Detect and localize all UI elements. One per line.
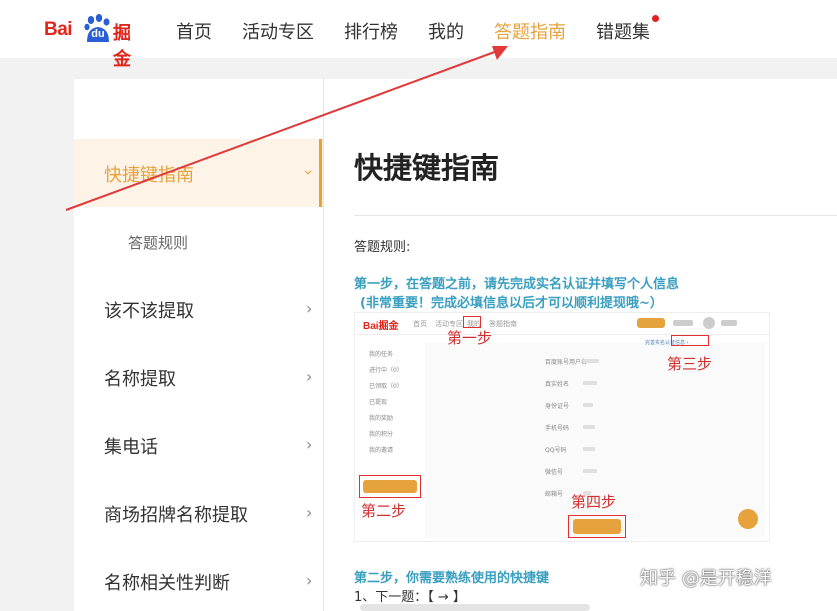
nav-wrong-questions[interactable]: 错题集 bbox=[596, 18, 650, 44]
mini-form-value bbox=[583, 359, 599, 363]
nav-answer-guide[interactable]: 答题指南 bbox=[494, 18, 566, 44]
mini-form-label: 百度账号用户名 bbox=[545, 359, 588, 366]
mini-form-label: 身份证号 bbox=[545, 403, 570, 410]
sidebar-item-mall-sign[interactable]: 商场招牌名称提取 › bbox=[74, 479, 324, 547]
step4-annotation: 第四步 bbox=[571, 493, 617, 511]
nav-leaderboard[interactable]: 排行榜 bbox=[344, 18, 398, 44]
mini-form-value bbox=[583, 469, 597, 473]
nav-mine[interactable]: 我的 bbox=[428, 18, 464, 44]
mini-side-item: 我的积分 bbox=[369, 431, 394, 438]
mini-logo: Bai掘金 bbox=[363, 321, 399, 332]
step2-annotation: 第二步 bbox=[361, 502, 407, 520]
mini-side-item: 已领取（0） bbox=[369, 383, 403, 390]
step3-annotation: 第三步 bbox=[667, 355, 713, 373]
chevron-right-icon: › bbox=[306, 367, 313, 386]
mini-avatar bbox=[703, 317, 715, 329]
sidebar: 快捷键指南 › 答题规则 该不该提取 › 名称提取 › 集电话 › 商场招牌名称… bbox=[74, 79, 324, 611]
mini-username bbox=[673, 320, 693, 326]
nav-home[interactable]: 首页 bbox=[176, 18, 212, 44]
sidebar-item-label: 名称相关性判断 bbox=[104, 573, 230, 594]
sidebar-item-name-extract[interactable]: 名称提取 › bbox=[74, 343, 324, 411]
active-indicator bbox=[319, 139, 322, 207]
sidebar-item-label: 名称提取 bbox=[104, 369, 176, 390]
mini-side-item: 进行中（0） bbox=[369, 367, 403, 374]
sidebar-item-name-relevance[interactable]: 名称相关性判断 › bbox=[74, 547, 324, 611]
step4-highlight-box bbox=[568, 515, 626, 538]
logo-juejin-text: 掘金 bbox=[113, 23, 131, 70]
step1-note: (非常重要！完成必填信息以后才可以顺利提现哦~） bbox=[360, 296, 663, 311]
mini-side-item: 我的任务 bbox=[369, 351, 394, 358]
mini-form-label: QQ号码 bbox=[545, 447, 567, 454]
nav-activities[interactable]: 活动专区 bbox=[242, 18, 314, 44]
page-title: 快捷键指南 bbox=[354, 151, 500, 185]
sidebar-item-shortcut-guide[interactable]: 快捷键指南 › bbox=[74, 139, 324, 207]
chevron-down-icon: › bbox=[299, 169, 319, 176]
mini-form-value bbox=[583, 425, 595, 429]
title-divider bbox=[354, 215, 837, 216]
chevron-right-icon: › bbox=[306, 503, 313, 522]
sidebar-item-label: 该不该提取 bbox=[104, 301, 194, 322]
chevron-right-icon: › bbox=[306, 571, 313, 590]
mini-form-label: 真实姓名 bbox=[545, 381, 570, 388]
mini-nav-item: 首页 bbox=[413, 320, 427, 328]
rules-label: 答题规则: bbox=[354, 240, 411, 255]
sidebar-item-collect-phone[interactable]: 集电话 › bbox=[74, 411, 324, 479]
sidebar-item-should-extract[interactable]: 该不该提取 › bbox=[74, 275, 324, 343]
baidu-juejin-logo[interactable]: Bai du 掘金 bbox=[44, 14, 146, 70]
mini-form-label: 手机号码 bbox=[545, 425, 570, 432]
chevron-right-icon: › bbox=[306, 299, 313, 318]
top-nav-bar: Bai du 掘金 首页 活动专区 排行榜 我的 答题指南 错题集 bbox=[0, 0, 837, 70]
mini-form-label: 邮箱号 bbox=[545, 491, 564, 498]
mini-form-value bbox=[583, 403, 593, 407]
mini-side-item: 我的奖励 bbox=[369, 415, 394, 422]
mini-user-meta bbox=[721, 320, 737, 326]
sidebar-item-label: 商场招牌名称提取 bbox=[104, 505, 248, 526]
mini-orange-button bbox=[637, 318, 665, 328]
notification-dot bbox=[652, 15, 659, 22]
mini-side-item: 已提现 bbox=[369, 399, 388, 406]
main-content: 快捷键指南 答题规则: 第一步，在答题之前，请先完成实名认证并填写个人信息 (非… bbox=[324, 79, 837, 611]
step1-text: 第一步，在答题之前，请先完成实名认证并填写个人信息 bbox=[354, 277, 680, 292]
sidebar-item-label: 集电话 bbox=[104, 437, 158, 458]
shortcut-next-question: 1、下一题：【 → 】 bbox=[354, 590, 466, 605]
mini-floating-button bbox=[738, 509, 758, 529]
step1-annotation: 第一步 bbox=[447, 329, 493, 347]
step2-highlight-box bbox=[359, 475, 421, 498]
sidebar-subitem-answer-rules[interactable]: 答题规则 bbox=[128, 232, 188, 253]
horizontal-scrollbar[interactable] bbox=[360, 604, 590, 611]
logo-bai-text: Bai bbox=[44, 19, 73, 40]
mini-form-label: 微信号 bbox=[545, 469, 564, 476]
mini-topbar: Bai掘金 首页 活动专区 我的 答题指南 bbox=[355, 313, 769, 335]
mini-form-value bbox=[583, 381, 597, 385]
mini-form-value bbox=[583, 447, 595, 451]
sidebar-item-label: 快捷键指南 bbox=[104, 165, 194, 186]
mini-side-item: 我的邀请 bbox=[369, 447, 394, 454]
guide-screenshot: Bai掘金 首页 活动专区 我的 答题指南 我的任务 进行中（0） 已领取（0）… bbox=[354, 312, 770, 542]
step3-highlight-box bbox=[671, 335, 709, 346]
step2-text: 第二步，你需要熟练使用的快捷键 bbox=[354, 571, 550, 586]
zhihu-watermark: 知乎 @是开稳洋 bbox=[640, 568, 772, 589]
chevron-right-icon: › bbox=[306, 435, 313, 454]
logo-du-text: du bbox=[91, 28, 105, 40]
mini-nav-item: 答题指南 bbox=[489, 320, 517, 328]
